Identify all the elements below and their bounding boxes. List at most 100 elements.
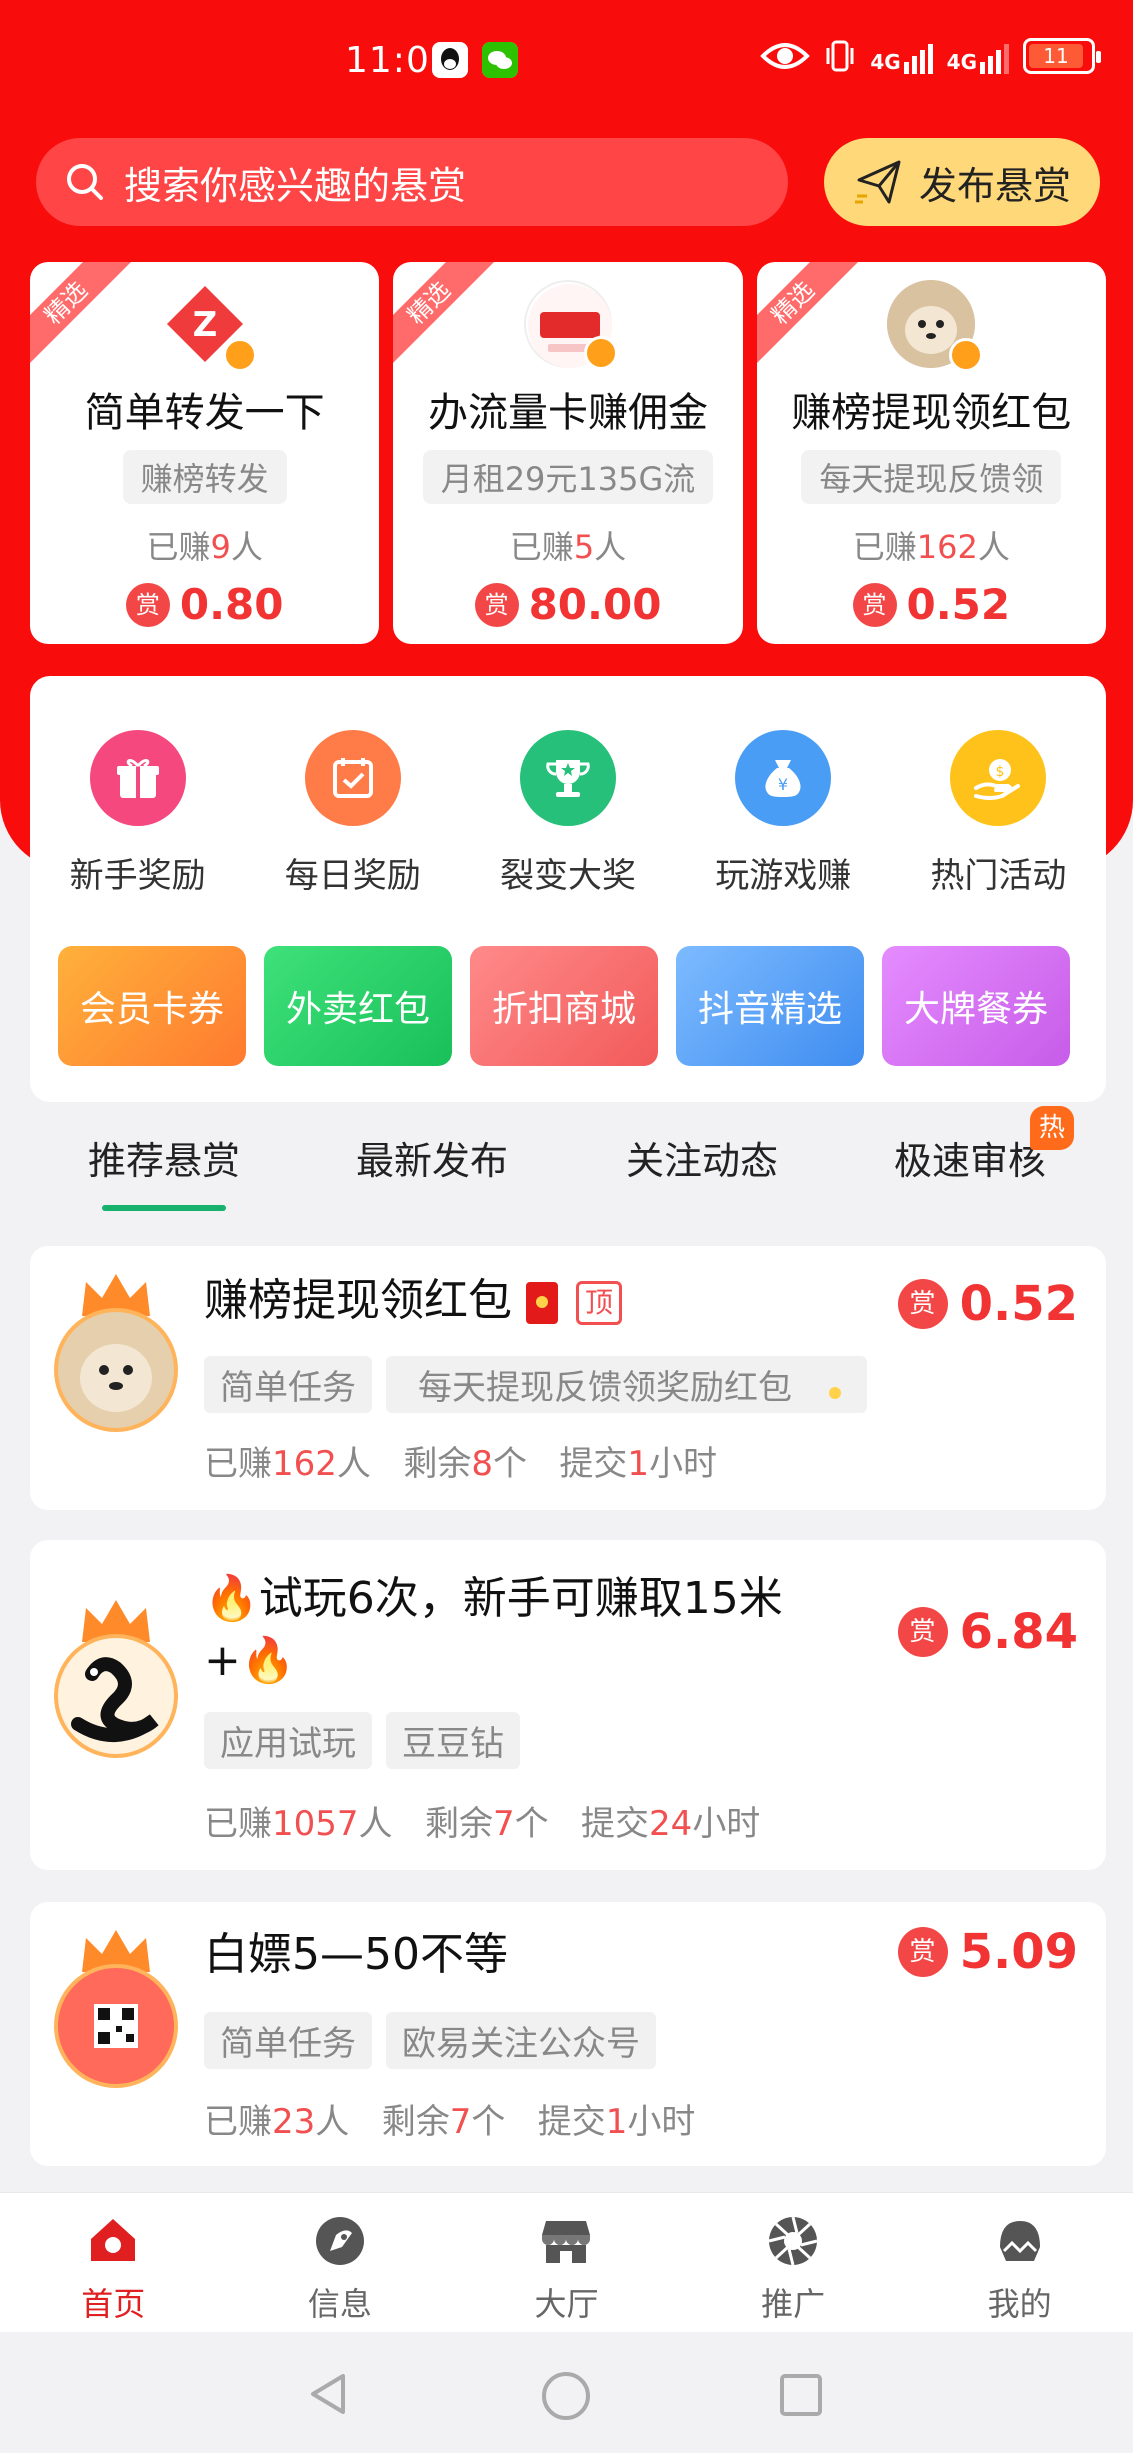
eye-icon bbox=[760, 43, 811, 69]
trophy-icon bbox=[520, 730, 616, 826]
avatar bbox=[54, 1308, 178, 1432]
avatar bbox=[54, 1964, 178, 2088]
card-tag: 月租29元135G流 bbox=[422, 450, 714, 504]
qq-icon bbox=[432, 42, 468, 78]
store-icon bbox=[542, 2221, 591, 2263]
nav-promote[interactable]: 推广 bbox=[680, 2193, 907, 2332]
pill-discount-mall[interactable]: 折扣商城 bbox=[470, 946, 658, 1066]
task-tag: 豆豆钻 bbox=[386, 1712, 520, 1769]
reward-icon: 赏 bbox=[852, 582, 897, 627]
nav-hall[interactable]: 大厅 bbox=[453, 2193, 680, 2332]
task-item[interactable]: 赚榜提现领红包 顶 简单任务 每天提现反馈领奖励红包 已赚162人 剩余8个 提… bbox=[30, 1246, 1106, 1510]
battery-icon: 11 bbox=[1023, 38, 1101, 74]
quick-action-daily-reward[interactable]: 每日奖励 bbox=[245, 730, 460, 897]
pill-member-coupons[interactable]: 会员卡券 bbox=[58, 946, 246, 1066]
card-title: 办流量卡赚佣金 bbox=[427, 390, 708, 436]
svg-text:Z: Z bbox=[192, 305, 217, 345]
task-tags: 简单任务 每天提现反馈领奖励红包 bbox=[204, 1356, 867, 1413]
tab-recommended[interactable]: 推荐悬赏 bbox=[88, 1130, 240, 1211]
svg-text:¥: ¥ bbox=[778, 775, 788, 794]
task-reward: 赏 5.09 bbox=[897, 1924, 1078, 1980]
task-tag: 简单任务 bbox=[204, 2012, 372, 2069]
task-meta: 已赚162人 剩余8个 提交1小时 bbox=[204, 1444, 718, 1484]
pill-takeout-redpacket[interactable]: 外卖红包 bbox=[264, 946, 452, 1066]
bottom-nav: 首页 信息 大厅 推广 我的 bbox=[0, 2192, 1133, 2332]
tab-latest[interactable]: 最新发布 bbox=[356, 1130, 508, 1185]
featured-ribbon: 精选 bbox=[756, 262, 862, 372]
avatar bbox=[54, 1634, 178, 1758]
card-earned: 已赚5人 bbox=[509, 528, 627, 566]
nav-profile[interactable]: 我的 bbox=[906, 2193, 1133, 2332]
message-icon bbox=[315, 2217, 364, 2265]
hot-badge: 热 bbox=[1030, 1106, 1075, 1150]
card-reward: 赏 80.00 bbox=[393, 580, 742, 629]
nav-messages[interactable]: 信息 bbox=[227, 2193, 454, 2332]
featured-card[interactable]: 精选 办流量卡赚佣金 月租29元135G流 已赚5人 赏 80.00 bbox=[393, 262, 743, 644]
home-circle-icon[interactable] bbox=[540, 2370, 592, 2422]
signal-2: 4G bbox=[947, 38, 1009, 74]
profile-icon bbox=[999, 2221, 1040, 2261]
recents-icon[interactable] bbox=[778, 2372, 824, 2418]
tab-following[interactable]: 关注动态 bbox=[626, 1130, 778, 1185]
home-icon bbox=[91, 2219, 136, 2261]
task-tag: 每天提现反馈领奖励红包 bbox=[386, 1356, 867, 1413]
quick-action-hot-events[interactable]: $ 热门活动 bbox=[891, 730, 1106, 897]
card-reward: 赏 0.52 bbox=[757, 580, 1106, 629]
quick-action-newbie-reward[interactable]: 新手奖励 bbox=[30, 730, 245, 897]
crown-badge-icon bbox=[583, 336, 618, 370]
back-icon[interactable] bbox=[305, 2370, 351, 2418]
avatar: Z bbox=[160, 280, 257, 372]
task-reward: 赏 0.52 bbox=[897, 1276, 1078, 1332]
card-reward: 赏 0.80 bbox=[30, 580, 379, 629]
tab-fast-review[interactable]: 极速审核热 bbox=[894, 1106, 1075, 1185]
card-earned: 已赚162人 bbox=[852, 528, 1010, 566]
featured-cards: 精选 Z 简单转发一下 赚榜转发 已赚9人 赏 0.80 精选 办流量卡赚佣金 月… bbox=[30, 262, 1106, 644]
card-tag: 每天提现反馈领 bbox=[801, 450, 1062, 504]
quick-action-fission-prize[interactable]: 裂变大奖 bbox=[460, 730, 675, 897]
card-tag: 赚榜转发 bbox=[122, 450, 287, 504]
reward-icon: 赏 bbox=[897, 1607, 948, 1657]
publish-bounty-button[interactable]: 发布悬赏 bbox=[824, 138, 1100, 226]
calendar-check-icon bbox=[304, 730, 401, 826]
money-bag-icon: ¥ bbox=[735, 730, 832, 826]
task-tags: 应用试玩 豆豆钻 bbox=[204, 1712, 520, 1769]
paper-plane-icon bbox=[854, 160, 901, 204]
publish-label: 发布悬赏 bbox=[918, 163, 1071, 208]
search-input[interactable]: 搜索你感兴趣的悬赏 bbox=[36, 138, 788, 226]
card-title: 简单转发一下 bbox=[84, 390, 325, 436]
task-meta: 已赚23人 剩余7个 提交1小时 bbox=[204, 2102, 696, 2142]
system-nav-bar bbox=[0, 2332, 1133, 2453]
red-packet-icon bbox=[526, 1282, 558, 1324]
signal-1: 4G bbox=[870, 38, 933, 74]
quick-action-play-games[interactable]: ¥ 玩游戏赚 bbox=[676, 730, 891, 897]
task-meta: 已赚1057人 剩余7个 提交24小时 bbox=[204, 1804, 761, 1844]
nav-home[interactable]: 首页 bbox=[0, 2193, 227, 2332]
featured-ribbon: 精选 bbox=[30, 262, 135, 372]
featured-ribbon: 精选 bbox=[393, 262, 498, 372]
task-tag: 简单任务 bbox=[204, 1356, 372, 1413]
coin-hand-icon: $ bbox=[950, 730, 1047, 826]
avatar bbox=[523, 280, 618, 370]
search-icon bbox=[67, 164, 103, 200]
vibrate-icon bbox=[826, 40, 854, 72]
task-tabs: 推荐悬赏 最新发布 关注动态 极速审核热 bbox=[30, 1106, 1106, 1211]
task-tags: 简单任务 欧易关注公众号 bbox=[204, 2012, 656, 2069]
featured-card[interactable]: 精选 赚榜提现领红包 每天提现反馈领 已赚162人 赏 0.52 bbox=[756, 262, 1106, 644]
crown-badge-icon bbox=[949, 338, 984, 372]
pill-douyin-picks[interactable]: 抖音精选 bbox=[676, 946, 864, 1066]
task-item[interactable]: 白嫖5—50不等 简单任务 欧易关注公众号 已赚23人 剩余7个 提交1小时 赏… bbox=[30, 1902, 1106, 2166]
task-title: 白嫖5—50不等 bbox=[204, 1929, 508, 1980]
task-item[interactable]: 🔥试玩6次，新手可赚取15米 +🔥 应用试玩 豆豆钻 已赚1057人 剩余7个 … bbox=[30, 1540, 1106, 1870]
task-title: 赚榜提现领红包 顶 bbox=[204, 1270, 623, 1332]
featured-card[interactable]: 精选 Z 简单转发一下 赚榜转发 已赚9人 赏 0.80 bbox=[30, 262, 380, 644]
avatar bbox=[887, 280, 984, 372]
aperture-icon bbox=[768, 2216, 818, 2266]
pill-brand-meal-coupons[interactable]: 大牌餐券 bbox=[882, 946, 1070, 1066]
card-earned: 已赚9人 bbox=[146, 528, 263, 566]
status-bar: 11:03 4G 4G 11 bbox=[0, 0, 1133, 124]
crown-badge-icon bbox=[222, 338, 257, 372]
search-placeholder: 搜索你感兴趣的悬赏 bbox=[124, 163, 467, 208]
task-tag: 应用试玩 bbox=[204, 1712, 372, 1769]
task-title: 🔥试玩6次，新手可赚取15米 +🔥 bbox=[204, 1573, 783, 1686]
gift-icon bbox=[89, 730, 186, 826]
